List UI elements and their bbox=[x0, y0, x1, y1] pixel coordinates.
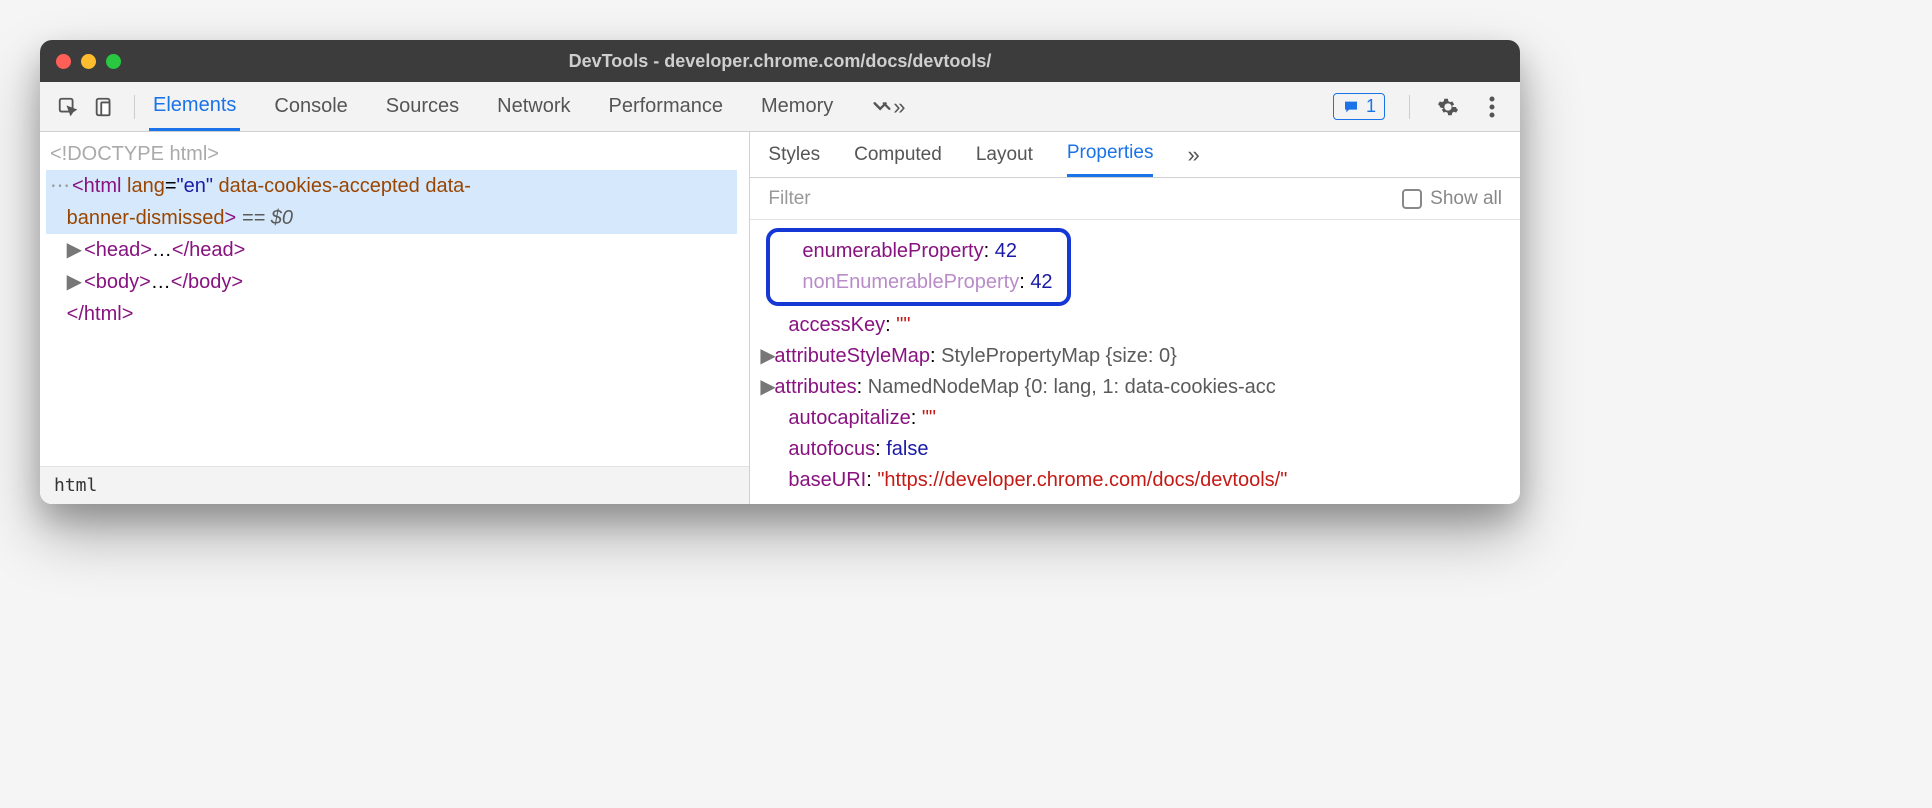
tab-styles[interactable]: Styles bbox=[768, 132, 820, 177]
main-toolbar: Elements Console Sources Network Perform… bbox=[40, 82, 1520, 132]
property-row[interactable]: autocapitalize: "" bbox=[756, 403, 1508, 434]
html-node-selected[interactable]: ⋯<html lang="en" data-cookies-accepted d… bbox=[46, 170, 737, 202]
filter-input[interactable] bbox=[768, 188, 1402, 210]
property-row[interactable]: enumerableProperty: 42 bbox=[784, 236, 1052, 267]
kebab-menu-icon[interactable] bbox=[1478, 93, 1506, 121]
separator bbox=[1409, 95, 1410, 119]
html-close-node[interactable]: </html> bbox=[46, 298, 737, 330]
show-all-label: Show all bbox=[1430, 188, 1502, 210]
sidebar-tabs: Styles Computed Layout Properties » bbox=[750, 132, 1520, 178]
device-toggle-icon[interactable] bbox=[90, 93, 118, 121]
main-tabs: Elements Console Sources Network Perform… bbox=[149, 82, 909, 131]
tab-console[interactable]: Console bbox=[270, 82, 351, 131]
property-row[interactable]: ▶attributeStyleMap: StylePropertyMap {si… bbox=[756, 341, 1508, 372]
filter-row: Show all bbox=[750, 178, 1520, 220]
tab-properties[interactable]: Properties bbox=[1067, 132, 1154, 177]
messages-badge[interactable]: 1 bbox=[1333, 93, 1385, 120]
tab-performance[interactable]: Performance bbox=[605, 82, 728, 131]
close-window-button[interactable] bbox=[56, 54, 71, 69]
properties-list: enumerableProperty: 42 nonEnumerableProp… bbox=[750, 220, 1520, 504]
highlighted-properties: enumerableProperty: 42 nonEnumerableProp… bbox=[766, 228, 1070, 306]
tab-sources[interactable]: Sources bbox=[382, 82, 463, 131]
more-sidebar-tabs-icon[interactable]: » bbox=[1187, 132, 1199, 177]
tab-elements[interactable]: Elements bbox=[149, 82, 240, 131]
inspect-element-icon[interactable] bbox=[54, 93, 82, 121]
tab-memory[interactable]: Memory bbox=[757, 82, 837, 131]
property-row[interactable]: ▶attributes: NamedNodeMap {0: lang, 1: d… bbox=[756, 372, 1508, 403]
content-panes: <!DOCTYPE html> ⋯<html lang="en" data-co… bbox=[40, 132, 1520, 504]
head-node[interactable]: ▶<head>…</head> bbox=[46, 234, 737, 266]
dom-tree[interactable]: <!DOCTYPE html> ⋯<html lang="en" data-co… bbox=[40, 132, 749, 466]
tab-computed[interactable]: Computed bbox=[854, 132, 942, 177]
show-all-checkbox[interactable] bbox=[1402, 189, 1422, 209]
property-row[interactable]: baseURI: "https://developer.chrome.com/d… bbox=[756, 465, 1508, 496]
messages-count: 1 bbox=[1366, 96, 1376, 117]
devtools-window: DevTools - developer.chrome.com/docs/dev… bbox=[40, 40, 1520, 504]
property-row[interactable]: autofocus: false bbox=[756, 434, 1508, 465]
html-node-selected-line2[interactable]: banner-dismissed> == $0 bbox=[46, 202, 737, 234]
window-controls bbox=[56, 54, 121, 69]
window-title: DevTools - developer.chrome.com/docs/dev… bbox=[569, 51, 992, 72]
tab-network[interactable]: Network bbox=[493, 82, 574, 131]
sidebar-panel: Styles Computed Layout Properties » Show… bbox=[750, 132, 1520, 504]
property-row[interactable]: accessKey: "" bbox=[756, 310, 1508, 341]
titlebar: DevTools - developer.chrome.com/docs/dev… bbox=[40, 40, 1520, 82]
separator bbox=[134, 95, 135, 119]
doctype-node[interactable]: <!DOCTYPE html> bbox=[46, 138, 737, 170]
property-row[interactable]: nonEnumerableProperty: 42 bbox=[784, 267, 1052, 298]
elements-panel: <!DOCTYPE html> ⋯<html lang="en" data-co… bbox=[40, 132, 750, 504]
breadcrumb[interactable]: html bbox=[40, 466, 749, 504]
more-tabs-icon[interactable]: » bbox=[867, 82, 909, 131]
minimize-window-button[interactable] bbox=[81, 54, 96, 69]
tab-layout[interactable]: Layout bbox=[976, 132, 1033, 177]
gear-icon[interactable] bbox=[1434, 93, 1462, 121]
body-node[interactable]: ▶<body>…</body> bbox=[46, 266, 737, 298]
zoom-window-button[interactable] bbox=[106, 54, 121, 69]
